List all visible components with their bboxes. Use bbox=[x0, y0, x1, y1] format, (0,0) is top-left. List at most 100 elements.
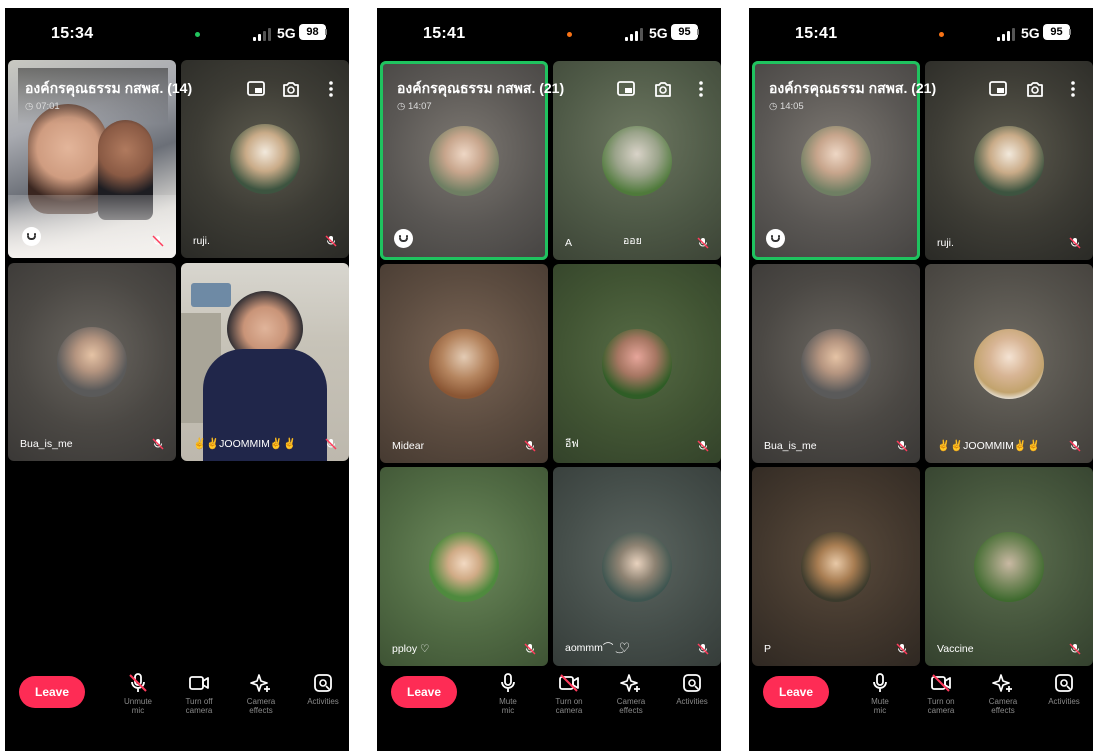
mic-toggle-label: Unmute mic bbox=[123, 697, 152, 715]
camera-toggle-button[interactable]: Turn on camera bbox=[911, 672, 971, 715]
mic-muted-icon bbox=[1069, 643, 1081, 655]
mic-toggle-button[interactable]: Mute mic bbox=[850, 672, 910, 715]
call-title: องค์กรคุณธรรม กสพส. (21) bbox=[769, 80, 937, 96]
recording-indicator bbox=[567, 32, 572, 37]
activities-icon bbox=[314, 674, 332, 692]
avatar bbox=[429, 126, 499, 196]
camera-effects-label: Camera effects bbox=[616, 697, 646, 715]
video-tile[interactable]: ✌✌JOOMMIM✌✌ bbox=[181, 263, 349, 461]
video-tile[interactable]: Bua_is_me bbox=[8, 263, 176, 461]
mic-muted-icon bbox=[697, 237, 709, 249]
mic-muted-icon bbox=[524, 440, 536, 452]
activities-icon bbox=[683, 674, 701, 692]
status-bar: 15:34 5G 98 bbox=[5, 8, 349, 56]
camera-off-icon bbox=[931, 674, 951, 692]
mic-muted-icon bbox=[896, 643, 908, 655]
recording-indicator bbox=[195, 32, 200, 37]
leave-button[interactable]: Leave bbox=[763, 676, 829, 708]
status-time: 15:41 bbox=[423, 25, 466, 42]
camera-toggle-button[interactable]: Turn on camera bbox=[539, 672, 599, 715]
call-controls: Leave Mute mic Turn on camera Camera eff… bbox=[377, 668, 721, 728]
mic-muted-icon bbox=[152, 438, 164, 450]
emoji-reaction-icon[interactable] bbox=[22, 227, 41, 246]
avatar bbox=[429, 532, 499, 602]
status-bar: 15:41 5G 95 bbox=[377, 8, 721, 56]
camera-effects-button[interactable]: Camera effects bbox=[231, 672, 291, 715]
participant-name: Bua_is_me bbox=[20, 438, 73, 450]
video-tile[interactable]: Midear bbox=[380, 264, 548, 463]
more-vertical-icon[interactable] bbox=[1062, 78, 1084, 100]
participant-name: P bbox=[764, 643, 772, 655]
mic-muted-icon bbox=[325, 235, 337, 247]
video-tile[interactable]: Vaccine bbox=[925, 467, 1093, 666]
participant-name: ✌✌JOOMMIM✌✌ bbox=[193, 438, 297, 450]
avatar bbox=[602, 126, 672, 196]
leave-button[interactable]: Leave bbox=[19, 676, 85, 708]
emoji-reaction-icon[interactable] bbox=[394, 229, 413, 248]
sparkle-icon bbox=[620, 674, 640, 692]
video-tile[interactable]: P bbox=[752, 467, 920, 666]
video-tile[interactable]: อีฟ bbox=[553, 264, 721, 463]
picture-in-picture-icon[interactable] bbox=[987, 78, 1009, 100]
avatar bbox=[57, 327, 127, 397]
activities-button[interactable]: Activities bbox=[293, 672, 349, 706]
mic-toggle-label: Mute mic bbox=[871, 697, 889, 715]
avatar bbox=[230, 124, 300, 194]
camera-toggle-button[interactable]: Turn off camera bbox=[169, 672, 229, 715]
leave-button[interactable]: Leave bbox=[391, 676, 457, 708]
switch-camera-icon[interactable] bbox=[652, 78, 674, 100]
call-screen: 15:34 5G 98 ruji. Bua_is_me ✌✌JOOMMIM✌✌ bbox=[5, 8, 349, 751]
sparkle-icon bbox=[250, 674, 270, 692]
mic-muted-icon bbox=[1069, 237, 1081, 249]
network-type: 5G bbox=[277, 25, 296, 41]
activities-button[interactable]: Activities bbox=[1034, 672, 1093, 706]
avatar bbox=[974, 126, 1044, 196]
switch-camera-icon[interactable] bbox=[280, 78, 302, 100]
call-title: องค์กรคุณธรรม กสพส. (14) bbox=[25, 80, 193, 96]
activities-label: Activities bbox=[307, 697, 339, 706]
camera-toggle-label: Turn off camera bbox=[185, 697, 213, 715]
video-tile[interactable]: Bua_is_me bbox=[752, 264, 920, 463]
avatar bbox=[602, 329, 672, 399]
participant-name: ✌✌JOOMMIM✌✌ bbox=[937, 440, 1041, 452]
call-screen: 15:41 5G 95 ruji. Bua_is_me ✌✌JOOMMIM✌✌ … bbox=[749, 8, 1093, 751]
video-tile[interactable]: pploy ♡ bbox=[380, 467, 548, 666]
mic-icon bbox=[501, 673, 515, 692]
participant-name-secondary: ออย bbox=[623, 235, 642, 247]
battery-icon: 95 bbox=[671, 24, 698, 40]
camera-effects-label: Camera effects bbox=[246, 697, 276, 715]
camera-effects-button[interactable]: Camera effects bbox=[973, 672, 1033, 715]
mic-muted-icon bbox=[697, 643, 709, 655]
status-bar: 15:41 5G 95 bbox=[749, 8, 1093, 56]
battery-icon: 95 bbox=[1043, 24, 1070, 40]
call-screen: 15:41 5G 95 A ออย Midear อีฟ pploy ♡ aom… bbox=[377, 8, 721, 751]
sparkle-icon bbox=[992, 674, 1012, 692]
activities-button[interactable]: Activities bbox=[662, 672, 721, 706]
activities-icon bbox=[1055, 674, 1073, 692]
participant-name: pploy ♡ bbox=[392, 643, 430, 655]
more-vertical-icon[interactable] bbox=[320, 78, 342, 100]
mic-muted-icon bbox=[896, 440, 908, 452]
activities-label: Activities bbox=[1048, 697, 1080, 706]
call-timer: ◷ 07:01 bbox=[25, 101, 60, 112]
call-timer: ◷ 14:05 bbox=[769, 101, 804, 112]
camera-off-icon bbox=[559, 674, 579, 692]
camera-effects-button[interactable]: Camera effects bbox=[601, 672, 661, 715]
emoji-reaction-icon[interactable] bbox=[766, 229, 785, 248]
participant-name: Bua_is_me bbox=[764, 440, 817, 452]
switch-camera-icon[interactable] bbox=[1024, 78, 1046, 100]
picture-in-picture-icon[interactable] bbox=[245, 78, 267, 100]
video-tile[interactable]: aommm⌒ ͜ ♡ bbox=[553, 467, 721, 666]
mic-toggle-button[interactable]: Unmute mic bbox=[108, 672, 168, 715]
mic-toggle-button[interactable]: Mute mic bbox=[478, 672, 538, 715]
video-tile[interactable]: ✌✌JOOMMIM✌✌ bbox=[925, 264, 1093, 463]
camera-toggle-label: Turn on camera bbox=[555, 697, 583, 715]
picture-in-picture-icon[interactable] bbox=[615, 78, 637, 100]
avatar bbox=[801, 532, 871, 602]
participant-name: ruji. bbox=[937, 237, 954, 249]
mic-muted-icon bbox=[524, 643, 536, 655]
mic-muted-icon bbox=[697, 440, 709, 452]
avatar bbox=[602, 532, 672, 602]
mic-muted-icon bbox=[1069, 440, 1081, 452]
more-vertical-icon[interactable] bbox=[690, 78, 712, 100]
